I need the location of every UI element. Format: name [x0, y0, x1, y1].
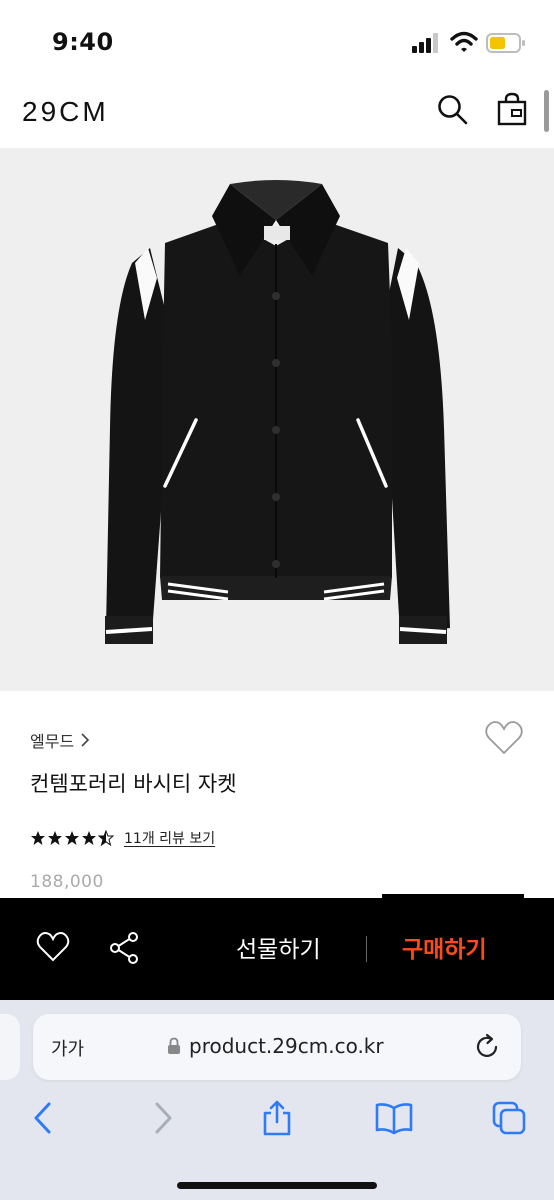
- page-settings-button[interactable]: 가가: [51, 1035, 84, 1061]
- gift-button[interactable]: 선물하기: [236, 930, 321, 964]
- review-link[interactable]: 11개 리뷰 보기: [124, 828, 215, 848]
- home-indicator: [177, 1182, 377, 1189]
- share-icon[interactable]: [108, 931, 140, 965]
- heart-outline-icon[interactable]: [484, 720, 524, 756]
- brand-link[interactable]: 엘무드: [30, 728, 90, 752]
- status-time: 9:40: [52, 28, 114, 56]
- chevron-right-icon: [81, 733, 90, 747]
- app-header: 29CM: [0, 86, 554, 150]
- heart-outline-icon[interactable]: [36, 931, 70, 963]
- product-image[interactable]: [0, 148, 554, 691]
- safari-share-icon[interactable]: [260, 1100, 294, 1136]
- search-icon[interactable]: [436, 93, 468, 125]
- star-icon: [65, 831, 79, 845]
- bookmarks-icon[interactable]: [374, 1100, 414, 1136]
- forward-arrow-icon[interactable]: [150, 1100, 176, 1136]
- browser-toolbar: 가가 product.29cm.co.kr: [0, 1000, 554, 1200]
- reload-icon[interactable]: [475, 1033, 501, 1061]
- product-name: 컨템포러리 바시티 자켓: [30, 772, 237, 796]
- buy-button[interactable]: 구매하기: [402, 930, 487, 964]
- rating-row: 11개 리뷰 보기: [30, 828, 215, 848]
- battery-icon: [486, 33, 525, 53]
- wifi-icon: [450, 31, 478, 52]
- back-arrow-icon[interactable]: [30, 1100, 56, 1136]
- rating-stars: [30, 830, 114, 846]
- address-bar[interactable]: 가가 product.29cm.co.kr: [33, 1014, 521, 1080]
- status-bar: 9:40: [0, 0, 554, 86]
- product-price: 188,000: [30, 872, 104, 892]
- purchase-bar: 선물하기 구매하기: [0, 898, 554, 1000]
- star-icon: [31, 831, 45, 845]
- half-star-icon: [98, 830, 114, 846]
- logo[interactable]: 29CM: [22, 96, 109, 128]
- brand-name: 엘무드: [30, 732, 75, 751]
- divider: [366, 936, 367, 962]
- cellular-signal-icon: [412, 33, 438, 53]
- scroll-indicator[interactable]: [544, 90, 549, 132]
- star-icon: [82, 831, 96, 845]
- tabs-icon[interactable]: [490, 1100, 528, 1136]
- url-text: product.29cm.co.kr: [189, 1034, 384, 1058]
- lock-icon: [168, 1037, 180, 1054]
- url-display[interactable]: product.29cm.co.kr: [167, 1034, 384, 1058]
- shopping-bag-icon[interactable]: [496, 92, 528, 126]
- previous-tab-edge[interactable]: [0, 1014, 20, 1080]
- star-icon: [48, 831, 62, 845]
